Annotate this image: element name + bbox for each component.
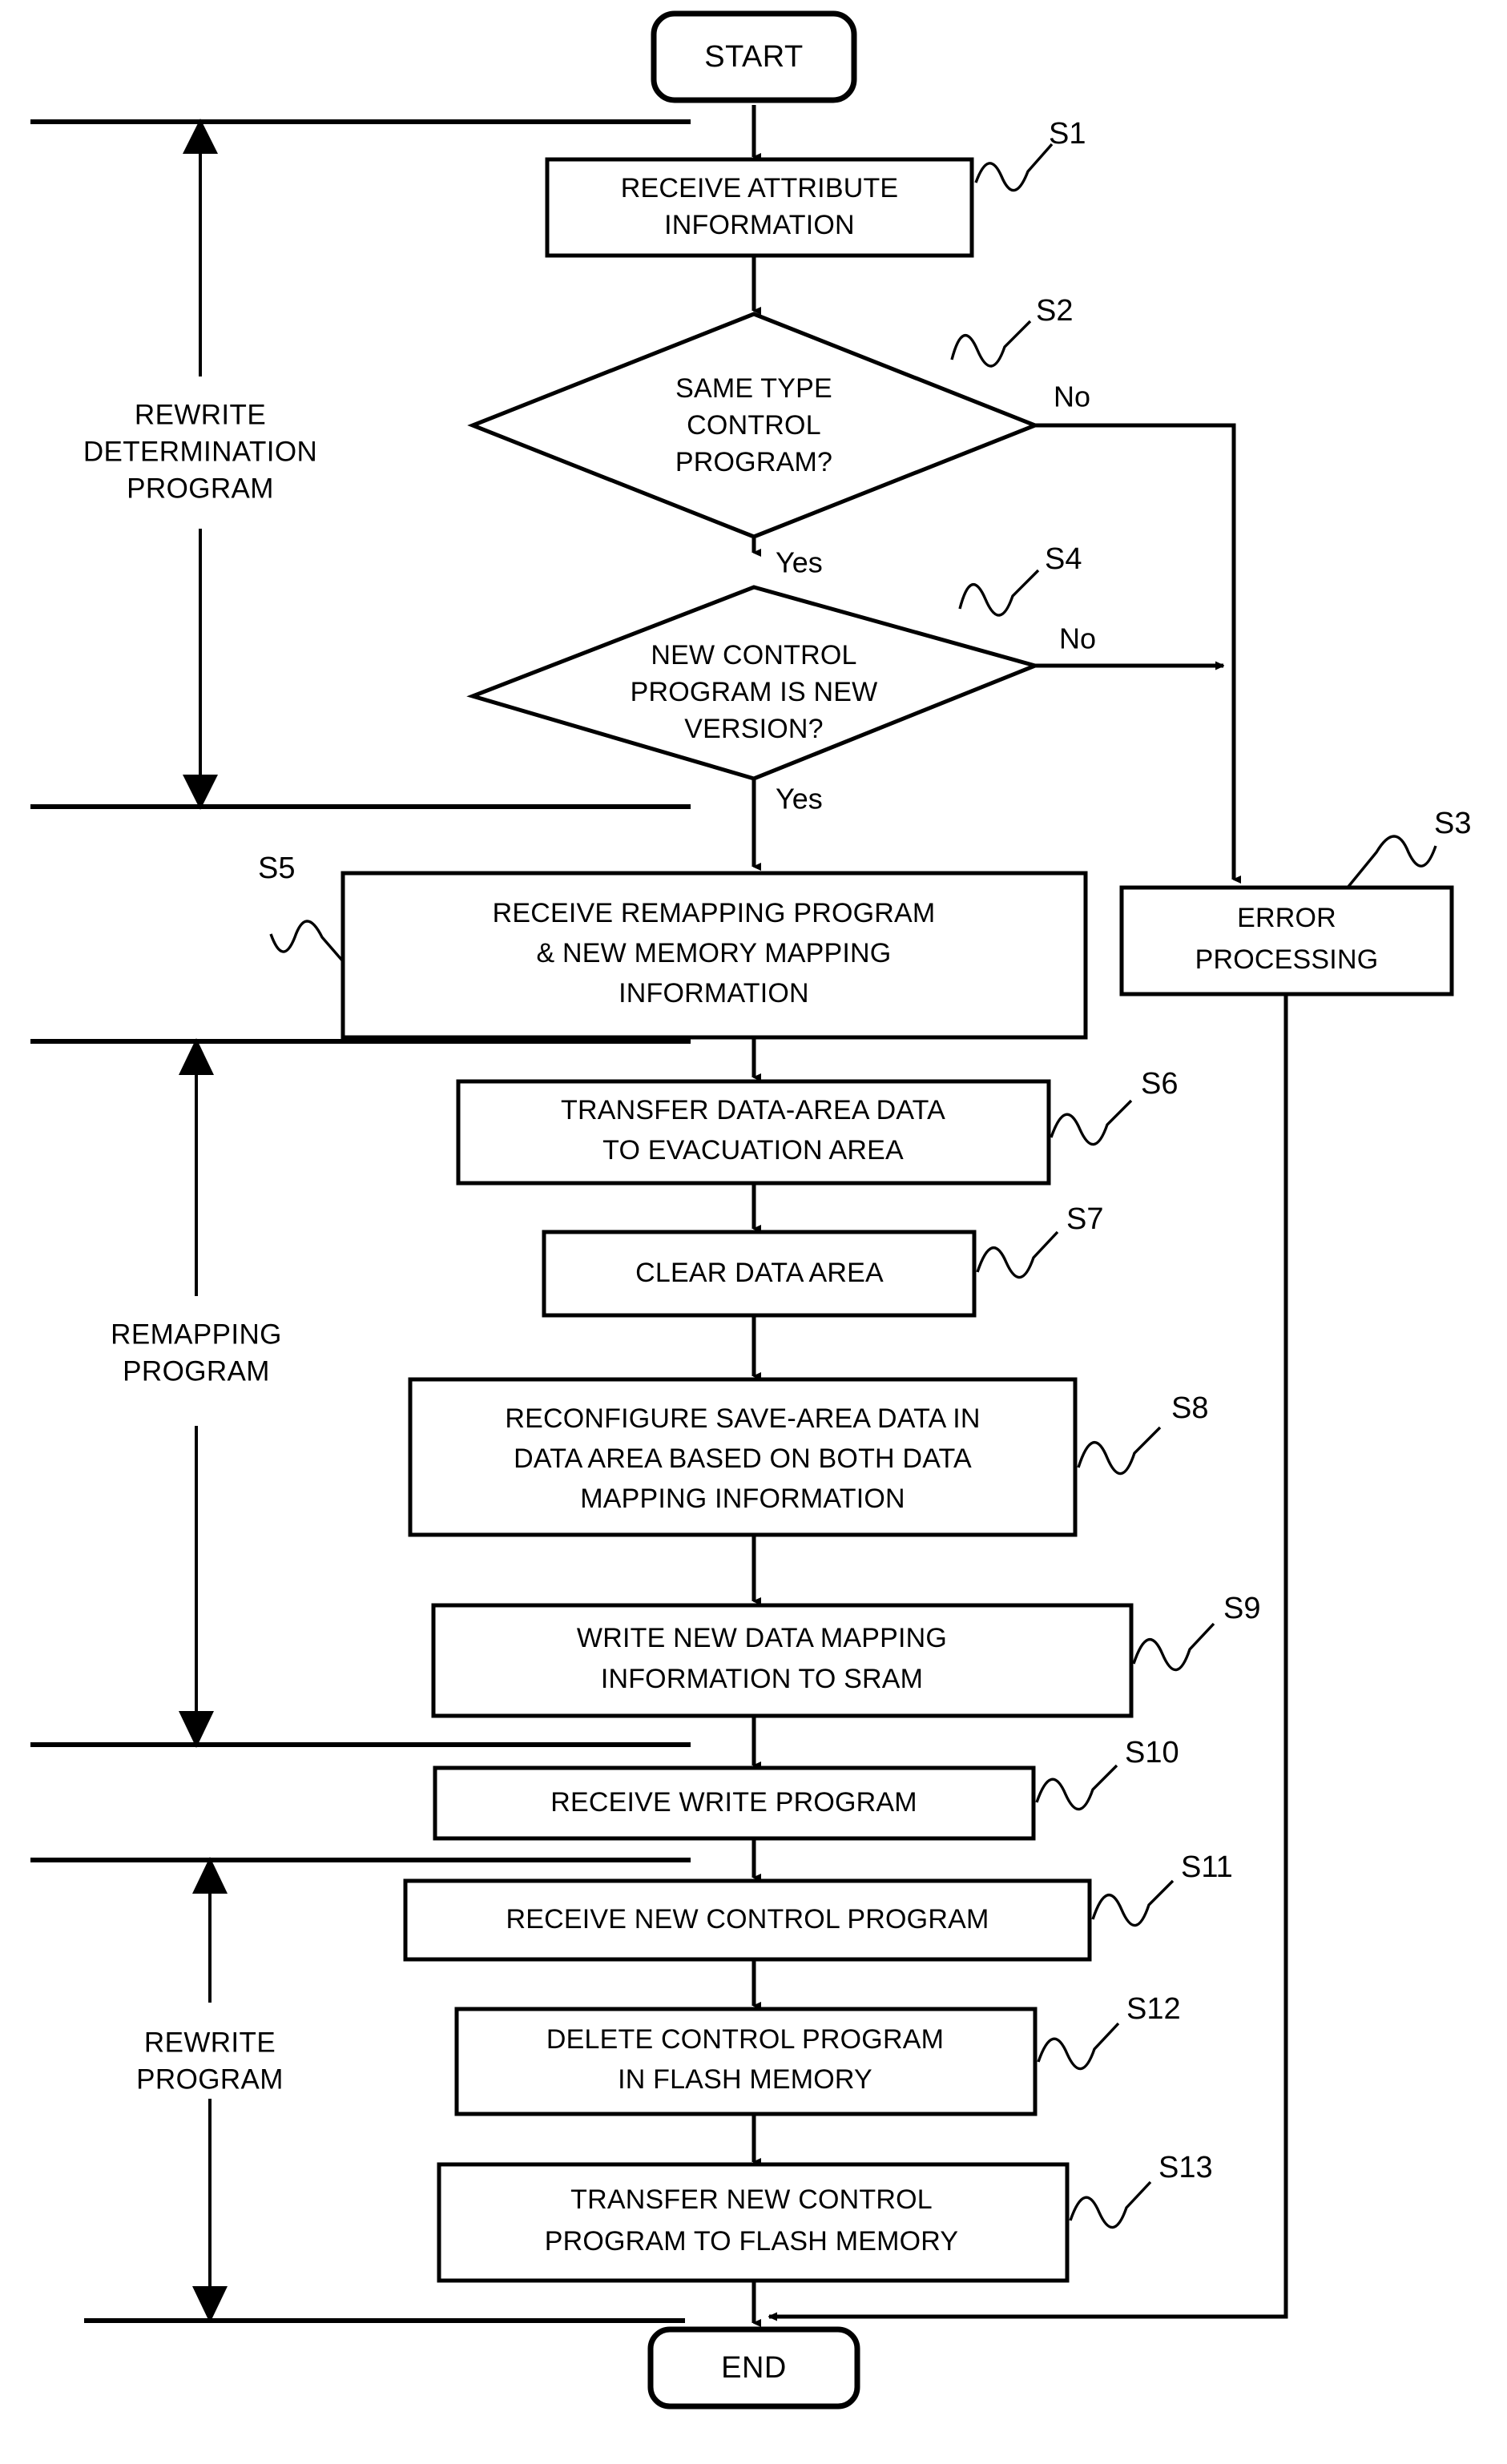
process-s10: RECEIVE WRITE PROGRAM S10	[433, 1736, 1179, 1841]
s9-step-tag: S9	[1223, 1592, 1260, 1625]
s8-line-3: MAPPING INFORMATION	[580, 1484, 905, 1514]
bracket-label-rewrite-determination: REWRITE DETERMINATION PROGRAM	[83, 399, 317, 504]
s4-no-label: No	[1059, 622, 1096, 655]
decision-s2: SAME TYPE CONTROL PROGRAM? S2 No Yes	[467, 294, 1090, 579]
s9-line-1: WRITE NEW DATA MAPPING	[577, 1623, 947, 1653]
process-s12: DELETE CONTROL PROGRAM IN FLASH MEMORY S…	[454, 1992, 1181, 2116]
s1-step-tag: S1	[1049, 117, 1086, 151]
bracket2-line-2: PROGRAM	[123, 1355, 270, 1387]
terminator-start: START	[651, 10, 857, 103]
process-s7: CLEAR DATA AREA S7	[542, 1202, 1103, 1318]
process-s5: RECEIVE REMAPPING PROGRAM & NEW MEMORY M…	[258, 852, 1088, 1040]
s7-step-tag: S7	[1066, 1202, 1103, 1236]
s1-line-1: RECEIVE ATTRIBUTE	[621, 173, 899, 203]
bracket3-line-2: PROGRAM	[136, 2063, 284, 2095]
process-s11: RECEIVE NEW CONTROL PROGRAM S11	[403, 1850, 1233, 1962]
start-label: START	[704, 40, 804, 74]
process-s6: TRANSFER DATA-AREA DATA TO EVACUATION AR…	[456, 1067, 1178, 1186]
s12-line-2: IN FLASH MEMORY	[618, 2064, 872, 2095]
s3-line-1: ERROR	[1237, 903, 1336, 933]
end-label: END	[721, 2351, 787, 2385]
flowchart-canvas: START RECEIVE ATTRIBUTE INFORMATION S1 S…	[30, 10, 1471, 2410]
bracket1-line-1: REWRITE	[135, 399, 266, 430]
s13-line-1: TRANSFER NEW CONTROL	[570, 2184, 933, 2215]
s12-step-tag: S12	[1126, 1992, 1181, 2026]
bracket1-line-2: DETERMINATION	[83, 436, 317, 467]
s4-yes-label: Yes	[776, 783, 823, 815]
bracket3-line-1: REWRITE	[144, 2027, 276, 2058]
bracket1-line-3: PROGRAM	[127, 473, 274, 504]
s10-line-1: RECEIVE WRITE PROGRAM	[550, 1787, 917, 1818]
s4-line-2: PROGRAM IS NEW	[631, 677, 878, 707]
process-s3-error: ERROR PROCESSING S3	[1119, 807, 1471, 996]
s4-line-1: NEW CONTROL	[651, 640, 856, 670]
s5-line-2: & NEW MEMORY MAPPING	[537, 938, 892, 968]
s11-line-1: RECEIVE NEW CONTROL PROGRAM	[506, 1904, 989, 1935]
s10-step-tag: S10	[1125, 1736, 1179, 1769]
bracket2-line-1: REMAPPING	[111, 1319, 282, 1350]
s12-line-1: DELETE CONTROL PROGRAM	[546, 2024, 944, 2055]
s13-step-tag: S13	[1158, 2151, 1213, 2184]
s1-line-2: INFORMATION	[664, 210, 855, 240]
terminator-end: END	[647, 2326, 860, 2410]
s2-yes-label: Yes	[776, 546, 823, 579]
s2-line-3: PROGRAM?	[675, 447, 832, 477]
process-s9: WRITE NEW DATA MAPPING INFORMATION TO SR…	[431, 1592, 1260, 1718]
s9-line-2: INFORMATION TO SRAM	[601, 1664, 923, 1694]
bracket-label-remapping: REMAPPING PROGRAM	[111, 1319, 282, 1387]
decision-s4: NEW CONTROL PROGRAM IS NEW VERSION? S4 N…	[466, 542, 1096, 815]
s11-step-tag: S11	[1181, 1850, 1233, 1884]
s3-step-tag: S3	[1434, 807, 1471, 840]
s6-line-1: TRANSFER DATA-AREA DATA	[561, 1095, 945, 1125]
s5-line-1: RECEIVE REMAPPING PROGRAM	[493, 898, 936, 928]
s2-no-label: No	[1054, 380, 1090, 413]
s6-line-2: TO EVACUATION AREA	[602, 1135, 904, 1166]
bracket-label-rewrite: REWRITE PROGRAM	[136, 2027, 284, 2095]
s13-line-2: PROGRAM TO FLASH MEMORY	[545, 2226, 959, 2257]
patent-flowchart-figure: START RECEIVE ATTRIBUTE INFORMATION S1 S…	[0, 0, 1507, 2464]
s4-line-3: VERSION?	[684, 714, 824, 744]
s5-step-tag: S5	[258, 852, 295, 885]
s4-step-tag: S4	[1045, 542, 1082, 576]
s7-line-1: CLEAR DATA AREA	[635, 1258, 884, 1288]
process-s1: RECEIVE ATTRIBUTE INFORMATION S1	[545, 117, 1086, 258]
s8-line-2: DATA AREA BASED ON BOTH DATA	[514, 1443, 972, 1474]
s3-line-2: PROCESSING	[1195, 944, 1379, 975]
s8-line-1: RECONFIGURE SAVE-AREA DATA IN	[505, 1403, 980, 1434]
s8-step-tag: S8	[1171, 1391, 1208, 1425]
s5-line-3: INFORMATION	[619, 978, 809, 1009]
s2-step-tag: S2	[1036, 294, 1073, 328]
s2-line-1: SAME TYPE	[675, 373, 832, 404]
s2-line-2: CONTROL	[687, 410, 821, 441]
process-s8: RECONFIGURE SAVE-AREA DATA IN DATA AREA …	[408, 1377, 1208, 1537]
process-s13: TRANSFER NEW CONTROL PROGRAM TO FLASH ME…	[437, 2151, 1213, 2283]
s6-step-tag: S6	[1141, 1067, 1178, 1101]
